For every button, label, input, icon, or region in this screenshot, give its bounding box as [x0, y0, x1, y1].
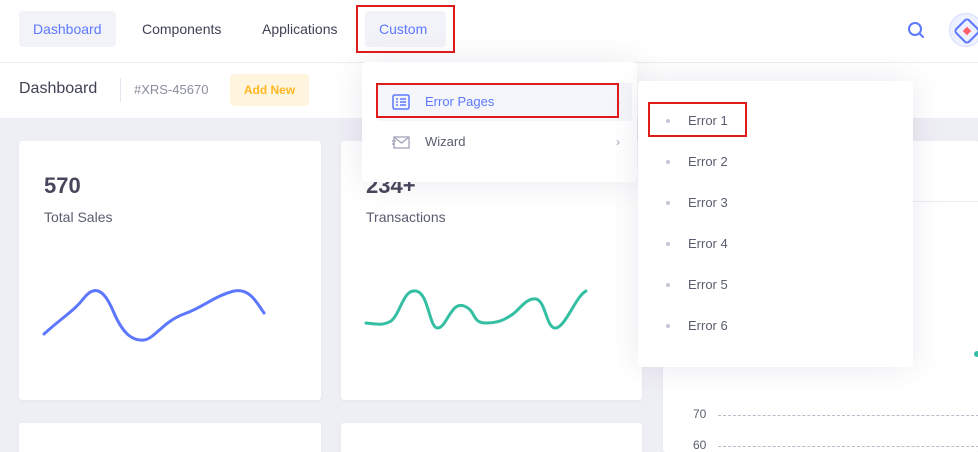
- avatar-logo-icon: [954, 18, 978, 44]
- subheader-divider: [120, 78, 121, 102]
- submenu-item-error-2[interactable]: Error 2: [638, 145, 913, 179]
- mail-icon: [392, 136, 410, 149]
- bullet-dot-icon: [666, 201, 670, 205]
- user-avatar[interactable]: [949, 13, 978, 47]
- axis-gridline: [718, 446, 978, 447]
- nav-dashboard[interactable]: Dashboard: [19, 11, 116, 47]
- error-pages-highlight-box: [376, 83, 619, 118]
- axis-tick-label: 60: [693, 438, 707, 452]
- menu-item-label: Wizard: [425, 134, 466, 149]
- bullet-dot-icon: [666, 283, 670, 287]
- custom-dropdown-menu: Error Pages › Wizard ›: [362, 62, 637, 182]
- bullet-dot-icon: [666, 242, 670, 246]
- legend-dot-icon: [974, 351, 978, 357]
- error-1-highlight-box: [648, 102, 747, 137]
- submenu-item-label: Error 2: [688, 154, 728, 169]
- subheader-code: #XRS-45670: [134, 82, 209, 97]
- submenu-item-label: Error 4: [688, 236, 728, 251]
- nav-components[interactable]: Components: [128, 11, 235, 47]
- submenu-item-label: Error 6: [688, 318, 728, 333]
- bullet-dot-icon: [666, 324, 670, 328]
- page-title: Dashboard: [19, 80, 98, 97]
- submenu-item-error-5[interactable]: Error 5: [638, 268, 913, 302]
- search-icon[interactable]: [906, 20, 926, 40]
- total-sales-card: 570 Total Sales: [19, 141, 321, 400]
- submenu-item-label: Error 5: [688, 277, 728, 292]
- submenu-item-error-6[interactable]: Error 6: [638, 309, 913, 343]
- bottom-card: [19, 423, 321, 452]
- add-new-button[interactable]: Add New: [230, 74, 309, 106]
- axis-gridline: [718, 415, 978, 416]
- submenu-item-label: Error 3: [688, 195, 728, 210]
- custom-highlight-box: [356, 5, 455, 53]
- top-navbar: Dashboard Components Applications Custom: [0, 0, 978, 62]
- sales-sparkline: [42, 289, 266, 342]
- submenu-item-error-3[interactable]: Error 3: [638, 186, 913, 220]
- bullet-dot-icon: [666, 160, 670, 164]
- nav-applications[interactable]: Applications: [248, 11, 352, 47]
- menu-item-wizard[interactable]: Wizard ›: [377, 123, 632, 161]
- chevron-right-icon: ›: [616, 135, 620, 149]
- axis-tick-label: 70: [693, 407, 707, 421]
- submenu-item-error-4[interactable]: Error 4: [638, 227, 913, 261]
- bottom-card: [341, 423, 642, 452]
